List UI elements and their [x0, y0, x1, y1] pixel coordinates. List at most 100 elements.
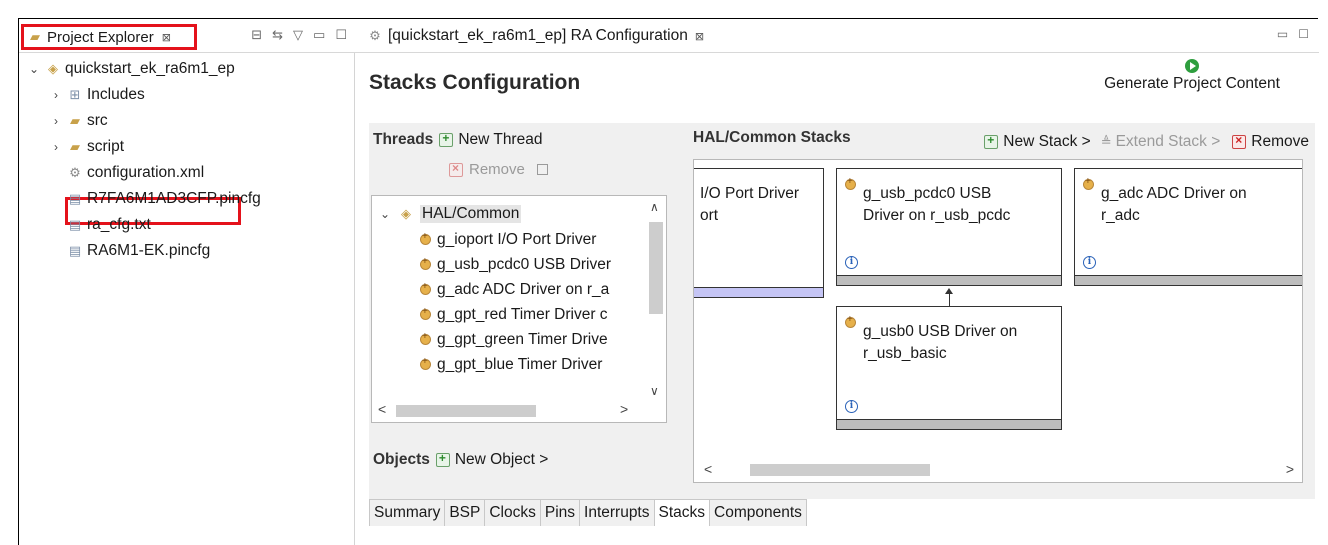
project-explorer-highlight — [21, 24, 197, 50]
tree-item-ra-cfg[interactable]: ▤ ra_cfg.txt — [67, 213, 151, 237]
threads-tree: ⌄ ◈ HAL/Common g_ioport I/O Port Driver … — [371, 195, 667, 423]
stack-card-line2: r_adc — [1101, 207, 1140, 224]
chevron-right-icon[interactable]: › — [49, 114, 63, 128]
project-explorer-panel: ▰ Project Explorer ⊠ ⊟ ⇆ ▽ ▭ ☐ ⌄ ◈ quick… — [19, 19, 355, 545]
link-with-editor-icon[interactable]: ⇆ — [272, 27, 283, 43]
tree-item-pincfg[interactable]: ▤ R7FA6M1AD3CFP.pincfg — [67, 187, 261, 211]
tab-interrupts[interactable]: Interrupts — [580, 500, 655, 526]
canvas-horizontal-scrollbar[interactable]: < > — [694, 458, 1302, 482]
module-item[interactable]: g_gpt_green Timer Drive — [420, 328, 608, 351]
new-stack-label: New Stack > — [1003, 133, 1091, 150]
new-object-button[interactable]: New Object > — [435, 451, 548, 469]
tree-item-ek-pincfg[interactable]: ▤ RA6M1-EK.pincfg — [67, 239, 210, 263]
ra-configuration-editor: ⚙ [quickstart_ek_ra6m1_ep] RA Configurat… — [355, 19, 1319, 545]
new-stack-button[interactable]: New Stack > — [984, 133, 1091, 151]
collapse-all-icon[interactable]: ⊟ — [251, 27, 262, 43]
module-item[interactable]: g_ioport I/O Port Driver — [420, 228, 596, 251]
collapse-icon[interactable] — [536, 164, 548, 175]
threads-horizontal-scrollbar[interactable]: < > — [372, 400, 648, 422]
module-item[interactable]: g_usb_pcdc0 USB Driver — [420, 253, 611, 276]
tree-item-project[interactable]: ⌄ ◈ quickstart_ek_ra6m1_ep — [27, 57, 235, 81]
thread-item-hal-common[interactable]: ⌄ ◈ HAL/Common — [378, 202, 522, 225]
thread-icon: ◈ — [401, 205, 411, 221]
stack-card-usb-pcdc[interactable]: g_usb_pcdc0 USB Driver on r_usb_pcdc i — [836, 168, 1062, 286]
maximize-icon[interactable]: ☐ — [1298, 27, 1309, 41]
includes-icon: ⊞ — [69, 87, 81, 102]
editor-toolbar: ▭ ☐ — [1277, 27, 1309, 41]
tab-summary[interactable]: Summary — [369, 500, 446, 526]
module-icon — [420, 331, 431, 345]
view-menu-icon[interactable]: ▽ — [293, 27, 303, 43]
tree-item-label: RA6M1-EK.pincfg — [87, 242, 211, 259]
stack-card-line1: g_adc ADC Driver on — [1101, 185, 1247, 202]
module-icon — [420, 231, 431, 245]
module-icon — [420, 256, 431, 270]
chevron-right-icon[interactable]: › — [49, 140, 63, 154]
tree-item-label: R7FA6M1AD3CFP.pincfg — [87, 190, 261, 207]
module-label: g_gpt_blue Timer Driver — [437, 355, 603, 373]
gear-icon: ⚙ — [369, 28, 381, 43]
scroll-right-icon[interactable]: > — [620, 401, 628, 417]
info-icon[interactable]: i — [845, 400, 858, 413]
objects-header: Objects New Object > — [373, 451, 548, 469]
tree-item-script[interactable]: › ▰ script — [49, 135, 124, 159]
module-label: g_adc ADC Driver on r_a — [437, 280, 610, 298]
module-item[interactable]: g_adc ADC Driver on r_a — [420, 278, 609, 301]
info-icon[interactable]: i — [845, 256, 858, 269]
new-thread-label: New Thread — [458, 131, 543, 148]
chevron-right-icon[interactable]: › — [49, 88, 63, 102]
stack-card-ioport[interactable]: I/O Port Driver ort — [694, 168, 824, 298]
stack-card-adc[interactable]: g_adc ADC Driver on r_adc i — [1074, 168, 1302, 286]
info-icon[interactable]: i — [1083, 256, 1096, 269]
scroll-left-icon[interactable]: < — [378, 401, 386, 417]
chevron-down-icon[interactable]: ⌄ — [27, 62, 41, 76]
stacks-content: Threads New Thread Remove ⌄ ◈ HAL/Com — [369, 123, 1315, 499]
threads-vertical-scrollbar[interactable]: ∧ ∨ — [646, 196, 666, 400]
file-icon: ▤ — [68, 217, 82, 232]
tree-item-src[interactable]: › ▰ src — [49, 109, 108, 133]
extend-stack-button[interactable]: ≜ Extend Stack > — [1101, 133, 1221, 151]
stack-card-bar — [837, 275, 1061, 285]
stack-card-bar — [1075, 275, 1302, 285]
module-item[interactable]: g_gpt_red Timer Driver c — [420, 303, 608, 326]
close-icon[interactable]: ⊠ — [695, 30, 704, 43]
tab-bsp[interactable]: BSP — [445, 500, 486, 526]
scroll-right-icon[interactable]: > — [1286, 461, 1294, 477]
tree-item-configuration-xml[interactable]: ⚙ configuration.xml — [67, 161, 204, 185]
minimize-icon[interactable]: ▭ — [1277, 27, 1288, 41]
remove-stack-button[interactable]: Remove — [1232, 133, 1309, 151]
remove-thread-button[interactable]: Remove — [449, 161, 548, 178]
tab-components[interactable]: Components — [710, 500, 807, 526]
tab-stacks[interactable]: Stacks — [654, 500, 711, 526]
scroll-thumb[interactable] — [750, 464, 930, 476]
tab-clocks[interactable]: Clocks — [485, 500, 541, 526]
new-thread-button[interactable]: New Thread — [439, 131, 542, 149]
tree-item-label: script — [87, 138, 125, 155]
generate-label: Generate Project Content — [1104, 75, 1280, 92]
extend-icon: ≜ — [1100, 134, 1112, 149]
scroll-up-icon[interactable]: ∧ — [650, 200, 659, 214]
file-icon: ▤ — [68, 191, 82, 206]
stack-card-bar — [694, 287, 823, 297]
generate-project-content-button[interactable]: Generate Project Content — [1087, 59, 1297, 93]
module-label: g_gpt_green Timer Drive — [437, 330, 608, 348]
tab-pins[interactable]: Pins — [540, 500, 581, 526]
file-icon: ▤ — [68, 243, 82, 258]
scroll-down-icon[interactable]: ∨ — [650, 384, 659, 398]
threads-panel: Threads New Thread Remove ⌄ ◈ HAL/Com — [369, 123, 689, 499]
module-icon — [420, 281, 431, 295]
module-item[interactable]: g_gpt_blue Timer Driver — [420, 353, 602, 376]
scroll-thumb[interactable] — [649, 222, 663, 314]
scroll-left-icon[interactable]: < — [704, 461, 712, 477]
extend-stack-label: Extend Stack > — [1115, 133, 1221, 150]
scroll-thumb[interactable] — [396, 405, 536, 417]
chevron-down-icon[interactable]: ⌄ — [378, 207, 392, 221]
maximize-icon[interactable]: ☐ — [335, 27, 347, 43]
minimize-icon[interactable]: ▭ — [313, 27, 325, 43]
tree-item-label: quickstart_ek_ra6m1_ep — [65, 60, 235, 77]
editor-tabbar: ⚙ [quickstart_ek_ra6m1_ep] RA Configurat… — [355, 19, 1319, 53]
stack-card-line1: I/O Port Driver — [700, 185, 800, 202]
tree-item-includes[interactable]: › ⊞ Includes — [49, 83, 145, 107]
ra-configuration-tab[interactable]: ⚙ [quickstart_ek_ra6m1_ep] RA Configurat… — [367, 27, 704, 45]
stack-card-usb0[interactable]: g_usb0 USB Driver on r_usb_basic i — [836, 306, 1062, 430]
